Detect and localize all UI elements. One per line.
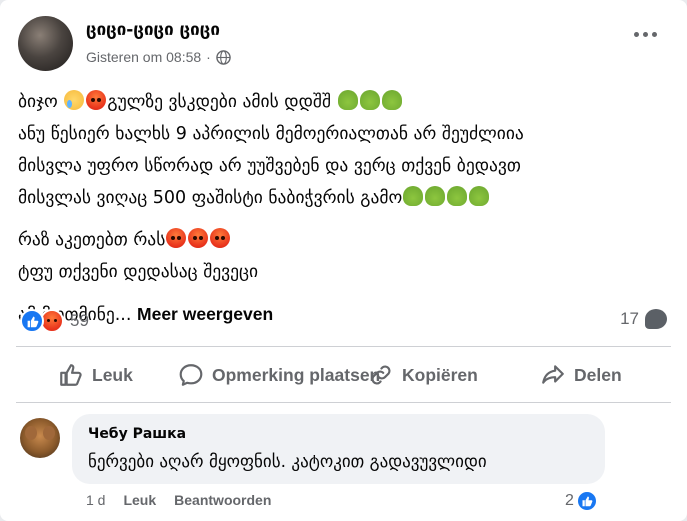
post-line-text: მისვლას ვიღაც 500 ფაშისტი ნაბიჭვრის გამო [18, 188, 403, 208]
thumbs-up-icon [60, 364, 82, 386]
more-options-icon[interactable] [634, 32, 657, 37]
post-body: ბიჯო გულზე ვსკდები ამის დდშშ ანუ წესიერ … [18, 86, 668, 331]
angry-emoji-icon [210, 228, 231, 248]
post-timestamp[interactable]: Gisteren om 08:58 [86, 49, 201, 65]
globe-icon [216, 49, 231, 65]
see-more-link[interactable]: Meer weergeven [137, 304, 273, 324]
post-meta: Gisteren om 08:58 · [86, 49, 231, 65]
comment-footer: 1 d Leuk Beantwoorden [86, 492, 271, 508]
comment-button-label: Opmerking plaatsen [212, 364, 381, 385]
post-author-name[interactable]: ციცი-ციცი ციცი [86, 20, 220, 40]
comments-count[interactable]: 17 [620, 309, 667, 329]
post-line: ტფუ თქვენი დედასაც შევეცი [18, 262, 259, 282]
nauseated-emoji-icon [403, 186, 424, 206]
post-line-text: გულზე ვსკდები ამის დდშშ [107, 92, 332, 112]
like-reaction-icon [20, 309, 44, 333]
comments-count-value: 17 [620, 309, 639, 328]
post-line: მისვლა უფრო სწორად არ უუშვებენ და ვერც თ… [18, 156, 521, 176]
post-line-text: რაზ აკეთებთ რას [18, 230, 166, 250]
share-button-label: Delen [574, 364, 622, 385]
reactions-summary[interactable]: 59 [20, 309, 89, 333]
reaction-count: 59 [70, 311, 89, 330]
like-reaction-icon [575, 490, 598, 512]
commenter-avatar[interactable] [20, 418, 60, 458]
post-line-text: ბიჯო [18, 92, 58, 112]
commenter-name[interactable]: Чебу Рашка [88, 426, 186, 442]
comment-bubble-icon [645, 309, 667, 329]
post-line: ანუ წესიერ ხალხს 9 აპრილის მემოერიალთან … [18, 124, 524, 144]
comment-like-button[interactable]: Leuk [123, 492, 156, 508]
nauseated-emoji-icon [359, 90, 380, 110]
share-button[interactable]: Delen [540, 352, 622, 398]
angry-emoji-icon [188, 228, 209, 248]
angry-emoji-icon [166, 228, 187, 248]
post-card: ციცი-ციცი ციცი Gisteren om 08:58 · ბიჯო … [0, 0, 687, 521]
nauseated-emoji-icon [469, 186, 490, 206]
comment-text: ნერვები აღარ მყოფნის. კატოკით გადავუვლიდ… [88, 452, 487, 472]
meta-separator: · [206, 49, 211, 65]
nauseated-emoji-icon [337, 90, 358, 110]
nauseated-emoji-icon [425, 186, 446, 206]
comment-age[interactable]: 1 d [86, 492, 105, 508]
copy-button-label: Kopiëren [402, 364, 478, 385]
author-avatar[interactable] [18, 16, 73, 71]
comment-button[interactable]: Opmerking plaatsen [178, 352, 380, 398]
nauseated-emoji-icon [447, 186, 468, 206]
copy-button[interactable]: Kopiëren [368, 352, 478, 398]
like-button-label: Leuk [92, 364, 133, 385]
like-button[interactable]: Leuk [58, 352, 133, 398]
comment-reply-button[interactable]: Beantwoorden [174, 492, 271, 508]
share-icon [542, 365, 564, 384]
link-icon [371, 365, 391, 385]
angry-emoji-icon [86, 90, 107, 110]
divider [16, 346, 671, 347]
post-line: ბიჯო გულზე ვსკდები ამის დდშშ [18, 86, 668, 118]
post-line: რაზ აკეთებთ რას [18, 224, 668, 256]
comment-reactions[interactable]: 2 [565, 490, 598, 512]
crying-emoji-icon [64, 90, 85, 110]
comment-bubble: Чебу Рашка ნერვები აღარ მყოფნის. კატოკით… [72, 414, 605, 484]
comment-like-count: 2 [565, 492, 574, 509]
post-line: ამ მოთმინე... Meer weergeven [18, 298, 668, 331]
divider [16, 402, 671, 403]
nauseated-emoji-icon [381, 90, 402, 110]
post-line: მისვლას ვიღაც 500 ფაშისტი ნაბიჭვრის გამო [18, 182, 668, 214]
comment-icon [179, 364, 203, 386]
